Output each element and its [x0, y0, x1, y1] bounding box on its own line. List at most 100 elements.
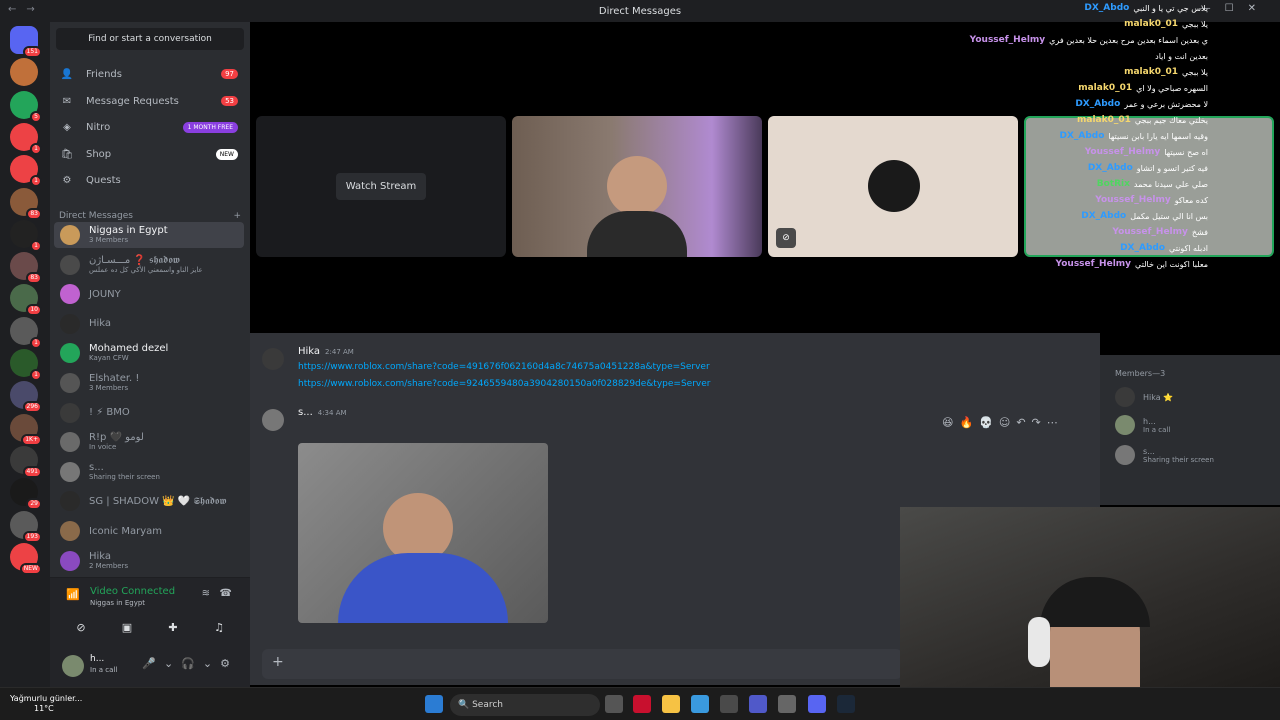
chat-text: معلبا اكونت اين خالتي [1135, 259, 1208, 269]
server-icon[interactable]: 29 [10, 478, 42, 511]
dm-item[interactable]: R!p 🖤 لومو In voice [54, 429, 244, 455]
add-attachment-icon[interactable]: + [272, 654, 284, 670]
nav-message-requests[interactable]: ✉ Message Requests 53 [54, 89, 244, 113]
dm-item[interactable]: Mohamed dezel Kayan CFW [54, 340, 244, 366]
headphones [1028, 617, 1050, 667]
dm-item[interactable]: ! ⚡ BMO [54, 400, 244, 426]
avatar[interactable] [262, 348, 284, 370]
avatar [1115, 415, 1135, 435]
member-item[interactable]: h... In a call [1115, 415, 1170, 435]
server-icon[interactable]: 83 [10, 252, 42, 285]
nav-shop-label: Shop [86, 148, 112, 160]
server-icon[interactable]: 1K+ [10, 413, 42, 446]
find-conversation-button[interactable]: Find or start a conversation [56, 28, 244, 50]
dm-header-label: Direct Messages [59, 211, 133, 221]
copilot-icon[interactable] [691, 695, 709, 713]
avatar[interactable] [262, 409, 284, 431]
message-link[interactable]: https://www.roblox.com/share?code=924655… [298, 379, 710, 389]
soundboard-icon[interactable]: ♫ [200, 616, 238, 638]
task-view-icon[interactable] [605, 695, 623, 713]
camera-off-icon[interactable]: ⊘ [62, 616, 100, 638]
video-tile-avatar[interactable]: ⊘ [768, 116, 1018, 257]
server-icon[interactable]: 296 [10, 381, 42, 414]
message-author[interactable]: Hika 2:47 AM [298, 346, 354, 357]
nav-nitro[interactable]: ◈ Nitro 1 MONTH FREE [54, 115, 244, 139]
chat-text: فشخ [1191, 227, 1208, 237]
nav-arrows[interactable]: ←→ [8, 4, 45, 15]
server-badge: 1 [30, 142, 42, 155]
noise-suppression-icon[interactable]: ≋ [202, 588, 210, 599]
settings-icon[interactable] [778, 695, 796, 713]
dm-item[interactable]: Iconic Maryam [54, 518, 244, 544]
screen-share-icon[interactable]: ▣ [108, 616, 146, 638]
chat-text: وقيه اسمها ايه يارا بابن نسيتها [1108, 131, 1208, 141]
dm-item[interactable]: Hika 2 Members [54, 548, 244, 574]
store-icon[interactable] [720, 695, 738, 713]
voice-status[interactable]: Video Connected [90, 586, 175, 597]
friends-badge: 97 [221, 69, 238, 79]
start-icon[interactable] [425, 695, 443, 713]
taskbar-search[interactable]: 🔍 Search [450, 694, 600, 716]
teams-icon[interactable] [749, 695, 767, 713]
server-icon[interactable]: 1 [10, 155, 42, 188]
avatar [1115, 387, 1135, 407]
message-link[interactable]: https://www.roblox.com/share?code=491676… [298, 362, 710, 372]
user-avatar[interactable] [62, 655, 84, 677]
chat-text: بس انا الي ستيل مكمل [1130, 211, 1208, 221]
weather-widget[interactable]: Yağmurlu günler... 11°C [10, 694, 82, 714]
taskbar: Yağmurlu günler... 11°C 🔍 Search [0, 687, 1280, 720]
dm-name: Elshater. ! [89, 373, 140, 384]
person-shirt [587, 211, 687, 257]
dm-item[interactable]: JOUNY [54, 281, 244, 307]
server-icon[interactable]: 491 [10, 445, 42, 478]
member-item[interactable]: s... Sharing their screen [1115, 445, 1214, 465]
message-image[interactable] [298, 443, 548, 623]
server-badge: NEW [19, 562, 42, 575]
message-hover-toolbar[interactable]: 😆🔥💀☺↶↷⋯ [942, 416, 1064, 429]
dm-item[interactable]: SG | SHADOW 👑 🤍 𝕾𝖍𝖆𝖉𝖔𝖜 [54, 488, 244, 514]
activities-icon[interactable]: ✚ [154, 616, 192, 638]
server-icon[interactable]: 1 [10, 122, 42, 155]
user-panel: h... In a call 🎤⌄🎧⌄⚙ [50, 647, 250, 687]
discord-icon[interactable] [808, 695, 826, 713]
server-icon[interactable] [10, 58, 38, 87]
opera-icon[interactable] [633, 695, 651, 713]
server-icon[interactable]: 10 [10, 284, 42, 317]
nav-shop[interactable]: 🛍 Shop NEW [54, 142, 244, 166]
user-controls[interactable]: 🎤⌄🎧⌄⚙ [142, 657, 238, 670]
server-icon[interactable]: 83 [10, 187, 42, 220]
server-icon[interactable]: NEW [10, 542, 42, 575]
message-author[interactable]: s... 4:34 AM [298, 407, 347, 418]
overlay-chat-line: BotRix صلي علي سيدنا محمد [1097, 176, 1208, 192]
disconnect-icon[interactable]: ☎ [220, 588, 232, 599]
watch-stream-button[interactable]: Watch Stream [335, 173, 427, 200]
steam-icon[interactable] [837, 695, 855, 713]
nav-friends[interactable]: 👤 Friends 97 [54, 62, 244, 86]
server-icon[interactable]: 1 [10, 219, 42, 252]
server-icon[interactable]: 1 [10, 316, 42, 349]
chat-username: DX_Abdo [1084, 3, 1130, 13]
chat-text: يلا ببجي [1181, 67, 1208, 77]
file-explorer-icon[interactable] [662, 695, 680, 713]
video-tile-streamer[interactable] [512, 116, 762, 257]
server-icon[interactable]: 1 [10, 349, 42, 381]
create-dm-icon[interactable]: + [233, 211, 241, 221]
dm-item[interactable]: Niggas in Egypt 3 Members [54, 222, 244, 248]
user-name[interactable]: h... [90, 654, 104, 664]
message-composer[interactable]: + [262, 649, 902, 679]
dm-item[interactable]: Hika [54, 311, 244, 337]
dm-item[interactable]: s... Sharing their screen [54, 459, 244, 485]
server-icon[interactable]: 193 [10, 510, 42, 543]
overlay-chat-line: DX_Abdo يلاس جي تي يا و النبي [1084, 0, 1208, 16]
server-icon[interactable]: 5 [10, 90, 42, 123]
voice-channel[interactable]: Niggas in Egypt [90, 599, 145, 607]
nav-message-requests-label: Message Requests [86, 95, 179, 107]
member-item[interactable]: Hika ⭐ [1115, 387, 1173, 407]
members-header: Members—3 [1115, 369, 1166, 378]
nav-quests[interactable]: ⚙ Quests [54, 168, 244, 192]
dm-item[interactable]: مـــسـاژن ❓ 𝖘𝖍𝖆𝖉𝖔𝖜 عايز الناو واسمعني الأ… [54, 252, 244, 278]
server-icon[interactable]: 151 [10, 26, 42, 58]
dm-item[interactable]: Elshater. ! 3 Members [54, 370, 244, 396]
chat-text: لا محضرتش برعي و عمر [1124, 99, 1208, 109]
stream-tile-watch[interactable]: Watch Stream [256, 116, 506, 257]
